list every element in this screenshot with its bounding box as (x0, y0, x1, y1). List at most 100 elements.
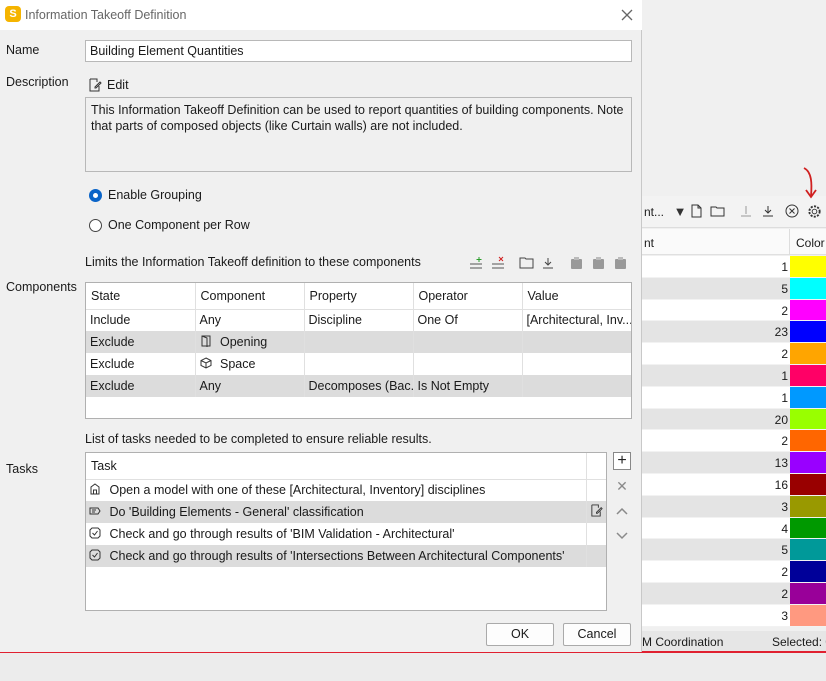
background-table-row[interactable]: 1 (642, 364, 826, 387)
copy-icon[interactable] (590, 256, 606, 272)
color-swatch[interactable] (790, 539, 826, 561)
table-row[interactable]: Exclude Opening (86, 331, 631, 353)
task-action-cell[interactable] (585, 501, 606, 523)
table-row[interactable]: Include Any Discipline One Of [Architect… (86, 309, 631, 331)
color-swatch[interactable] (790, 277, 826, 299)
color-swatch[interactable] (790, 561, 826, 582)
value-cell[interactable] (522, 353, 631, 375)
background-table-row[interactable]: 1 (642, 256, 826, 278)
task-cell[interactable]: Open a model with one of these [Architec… (86, 479, 586, 501)
background-toolbar-dropdown-text[interactable]: nt... (644, 205, 664, 219)
dropdown-arrow-icon[interactable]: ▼ (672, 204, 688, 220)
download-icon[interactable] (540, 256, 556, 272)
one-component-per-row-radio[interactable]: One Component per Row (89, 218, 250, 232)
column-header-operator[interactable]: Operator (413, 283, 523, 310)
color-swatch[interactable] (790, 517, 826, 539)
table-row[interactable]: Exclude Space (86, 353, 631, 375)
download-icon[interactable] (760, 204, 776, 220)
background-table-row[interactable]: 23 (642, 321, 826, 344)
background-table-row[interactable]: 1 (642, 386, 826, 409)
task-cell[interactable]: Check and go through results of 'BIM Val… (86, 523, 586, 545)
column-header-value[interactable]: Value (522, 283, 631, 310)
operator-cell[interactable] (413, 353, 523, 375)
property-cell[interactable]: Discipline (304, 309, 414, 331)
open-folder-icon[interactable] (518, 256, 534, 272)
color-swatch[interactable] (790, 343, 826, 364)
operator-cell[interactable] (413, 331, 523, 353)
background-table-row[interactable]: 5 (642, 277, 826, 300)
component-cell[interactable]: Opening (195, 331, 305, 353)
background-table-row[interactable]: 5 (642, 539, 826, 562)
background-table-row[interactable]: 4 (642, 517, 826, 540)
ok-button[interactable]: OK (486, 623, 554, 646)
property-cell[interactable] (304, 353, 414, 375)
remove-row-icon[interactable] (490, 256, 506, 272)
color-col-header[interactable]: Color (796, 236, 825, 250)
background-table-row[interactable]: 2 (642, 561, 826, 583)
property-cell[interactable] (304, 331, 414, 353)
component-cell[interactable]: Any (195, 375, 305, 397)
clear-circle-icon[interactable] (784, 204, 800, 220)
state-cell[interactable]: Include (86, 309, 196, 331)
table-row[interactable]: Open a model with one of these [Architec… (86, 479, 606, 501)
edit-description-button[interactable]: Edit (88, 76, 129, 94)
color-swatch[interactable] (790, 408, 826, 430)
cancel-button[interactable]: Cancel (563, 623, 631, 646)
move-down-button[interactable] (613, 527, 631, 545)
clipboard-icon[interactable] (612, 256, 628, 272)
move-up-button[interactable] (613, 502, 631, 520)
new-file-icon[interactable] (688, 204, 704, 220)
close-button[interactable] (617, 5, 637, 25)
color-swatch[interactable] (790, 386, 826, 408)
property-cell[interactable]: Decomposes (Bac... (304, 375, 414, 397)
open-folder-icon[interactable] (710, 204, 726, 220)
settings-gear-icon[interactable] (806, 204, 822, 220)
table-row[interactable]: Check and go through results of 'BIM Val… (86, 523, 606, 545)
color-swatch[interactable] (790, 256, 826, 277)
column-header-task[interactable]: Task (86, 453, 586, 480)
column-header-state[interactable]: State (86, 283, 196, 310)
color-swatch[interactable] (790, 364, 826, 386)
background-table-row[interactable]: 13 (642, 452, 826, 474)
color-swatch[interactable] (790, 495, 826, 517)
background-table-row[interactable]: 3 (642, 604, 826, 627)
color-swatch[interactable] (790, 604, 826, 626)
name-input[interactable]: Building Element Quantities (85, 40, 632, 62)
state-cell[interactable]: Exclude (86, 331, 196, 353)
operator-cell[interactable]: Is Not Empty (413, 375, 523, 397)
background-table-row[interactable]: 3 (642, 495, 826, 518)
color-swatch[interactable] (790, 452, 826, 473)
task-cell[interactable]: Check and go through results of 'Interse… (86, 545, 586, 567)
background-table-row[interactable]: 2 (642, 343, 826, 365)
component-cell[interactable]: Space (195, 353, 305, 375)
color-swatch[interactable] (790, 321, 826, 343)
color-swatch[interactable] (790, 473, 826, 495)
add-row-icon[interactable] (468, 256, 484, 272)
edit-icon[interactable] (590, 504, 603, 517)
background-table-row[interactable]: 2 (642, 299, 826, 322)
color-swatch[interactable] (790, 299, 826, 321)
color-swatch[interactable] (790, 430, 826, 452)
state-cell[interactable]: Exclude (86, 375, 196, 397)
table-row[interactable]: Exclude Any Decomposes (Bac... Is Not Em… (86, 375, 631, 397)
background-col-header[interactable]: nt (644, 236, 654, 250)
add-task-button[interactable]: + (613, 452, 631, 470)
remove-task-button[interactable]: ✕ (613, 477, 631, 495)
enable-grouping-radio[interactable]: Enable Grouping (89, 188, 202, 202)
paste-icon[interactable] (568, 256, 584, 272)
task-cell[interactable]: Do 'Building Elements - General' classif… (86, 501, 586, 523)
column-header-component[interactable]: Component (195, 283, 305, 310)
state-cell[interactable]: Exclude (86, 353, 196, 375)
value-cell[interactable] (522, 375, 631, 397)
upload-icon[interactable] (738, 204, 754, 220)
table-row[interactable]: Check and go through results of 'Interse… (86, 545, 606, 567)
operator-cell[interactable]: One Of (413, 309, 523, 331)
table-row[interactable]: Do 'Building Elements - General' classif… (86, 501, 606, 523)
background-table-row[interactable]: 20 (642, 408, 826, 431)
value-cell[interactable] (522, 331, 631, 353)
column-header-property[interactable]: Property (304, 283, 414, 310)
background-table-row[interactable]: 16 (642, 473, 826, 496)
background-table-row[interactable]: 2 (642, 582, 826, 605)
value-cell[interactable]: [Architectural, Inv... (522, 309, 631, 331)
color-swatch[interactable] (790, 582, 826, 604)
